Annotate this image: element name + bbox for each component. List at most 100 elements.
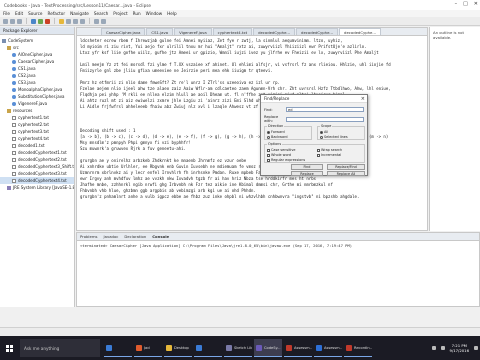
menu-window[interactable]: Window [146,11,163,16]
editor-tab[interactable]: CaesarCipher.java [101,28,146,35]
taskbar-app[interactable]: Jacl [134,339,162,357]
replace-button[interactable]: Replace [291,171,323,176]
menu-search[interactable]: Search [94,11,108,16]
tree-item[interactable]: decodedCyphertext1.txt [0,149,74,156]
new-icon[interactable] [3,18,8,24]
tree-item[interactable]: CodeSystem [0,37,74,44]
menu-navigate[interactable]: Navigate [70,11,89,16]
tree-item[interactable]: decodedCyphertext3.txt [0,170,74,177]
volume-icon[interactable] [440,346,445,350]
tree-item[interactable]: CS1.java [0,65,74,72]
close-button[interactable]: ✕ [474,1,478,7]
taskbar-app[interactable]: Desktop [164,339,192,357]
search-icon[interactable] [80,18,85,24]
maximize-button[interactable]: □ [463,1,468,7]
network-icon[interactable] [431,346,436,350]
direction-forward[interactable]: Forward [267,130,285,134]
regex-checkbox[interactable]: Regular expressions [267,158,305,162]
taskbar-app[interactable]: Sketch Lib... [224,339,252,357]
scope-group: Scope All Selected lines [317,124,365,140]
tree-item[interactable]: decodedCyphertext3_Shift.txt [0,163,74,170]
debug-icon[interactable] [31,18,36,24]
tree-item[interactable]: CS2.java [0,72,74,79]
replace-label: Replace with: [264,115,279,123]
new-class-icon[interactable] [66,18,71,24]
external-tools-icon[interactable] [45,18,50,24]
taskbar-app[interactable]: Assessm... [284,339,312,357]
editor-tab[interactable]: decodedCyphe... [339,28,382,35]
replace-find-button[interactable]: Replace/Find [327,164,365,170]
cortana-search-box[interactable]: Ask me anything [20,339,100,357]
tree-item[interactable]: decoded1.txt [0,142,74,149]
find-button[interactable]: Find [291,164,323,170]
scope-all[interactable]: All [320,130,328,134]
taskbar-app[interactable]: CodeSy... [254,339,282,357]
open-type-icon[interactable] [73,18,78,24]
editor-tab[interactable]: VigenereF.java [174,28,212,35]
replace-all-button[interactable]: Replace All [327,171,365,176]
tree-item[interactable]: SubstitutionCipher.java [0,93,74,100]
editor-tab[interactable]: CS1.java [146,28,174,35]
editor-text[interactable]: ldcsheter ecrew rbem f Ihrewzjab gulne f… [77,36,427,202]
tree-item-label: CS1.java [18,66,36,71]
taskbar-app[interactable] [104,339,132,357]
run-icon[interactable] [38,18,43,24]
console-tab[interactable]: Console [152,234,169,239]
tree-item[interactable]: cyphertext4.txt [0,135,74,142]
whole-word-checkbox[interactable]: Whole word [267,153,291,157]
text-file-icon [12,157,16,162]
case-sensitive-checkbox[interactable]: Case sensitive [267,148,295,152]
menu-refactor[interactable]: Refactor [48,11,66,16]
print-icon[interactable] [17,18,22,24]
taskbar-app[interactable] [194,339,222,357]
tree-item[interactable]: cyphertext1.txt [0,114,74,121]
find-input[interactable]: ed [286,107,364,112]
checkbox-icon [267,148,270,152]
tree-item[interactable]: CaesarCipher.java [0,58,74,65]
tree-item[interactable]: src [0,44,74,51]
tree-item[interactable]: cyphertext3.txt [0,128,74,135]
forward-icon[interactable] [101,18,106,24]
direction-backward[interactable]: Backward [267,135,288,139]
tree-item[interactable]: AlOneCipher.java [0,51,74,58]
dialog-close-icon[interactable]: × [361,96,365,102]
editor-tab[interactable]: cyphertext4.txt [212,28,253,35]
tree-item[interactable]: cyphertext2.txt [0,121,74,128]
editor-tabs: CaesarCipher.java CS1.java VigenereF.java c… [77,28,427,36]
tree-item[interactable]: VigenereF.java [0,100,74,107]
console-tab[interactable]: Declaration [124,234,146,239]
wrap-search-checkbox[interactable]: Wrap search [317,148,342,152]
replace-input[interactable] [286,116,364,122]
tree-item[interactable]: decodedCyphertext4.txt [0,177,74,184]
tree-item[interactable]: CS3.java [0,79,74,86]
console-tab[interactable]: Javadoc [104,234,119,239]
menu-source[interactable]: Source [28,11,42,16]
menu-run[interactable]: Run [133,11,141,16]
notifications-icon[interactable] [474,346,478,350]
taskbar-app[interactable]: Recordin... [344,339,372,357]
new-package-icon[interactable] [59,18,64,24]
back-icon[interactable] [94,18,99,24]
app-icon [106,344,112,351]
dialog-titlebar[interactable]: Find/Replace [261,95,367,103]
minimize-button[interactable]: – [455,1,458,7]
tree-item[interactable]: JRE System Library [JavaSE-1.8] [0,184,74,191]
menu-project[interactable]: Project [113,11,127,16]
save-icon[interactable] [10,18,15,24]
menu-file[interactable]: File [3,11,10,16]
search-placeholder: Ask me anything [24,345,60,351]
menu-edit[interactable]: Edit [15,11,23,16]
package-explorer-tab[interactable]: Package Explorer [0,27,74,35]
incremental-checkbox[interactable]: Incremental [317,153,341,157]
taskbar-app[interactable]: Assessm... [314,339,342,357]
tree-item[interactable]: decodedCyphertext2.txt [0,156,74,163]
console-tab[interactable]: Problems [80,234,98,239]
editor-tab[interactable]: decodedCyphe... [253,28,296,35]
scope-selected-lines[interactable]: Selected lines [320,135,348,139]
tree-item[interactable]: MonoalphaCipher.java [0,86,74,93]
start-button[interactable] [0,336,18,360]
clock[interactable]: 7:21 PM 9/17/2016 [450,343,469,353]
tree-item[interactable]: resources [0,107,74,114]
menu-help[interactable]: Help [167,11,177,16]
editor-tab[interactable]: decodedCyphe... [296,28,339,35]
